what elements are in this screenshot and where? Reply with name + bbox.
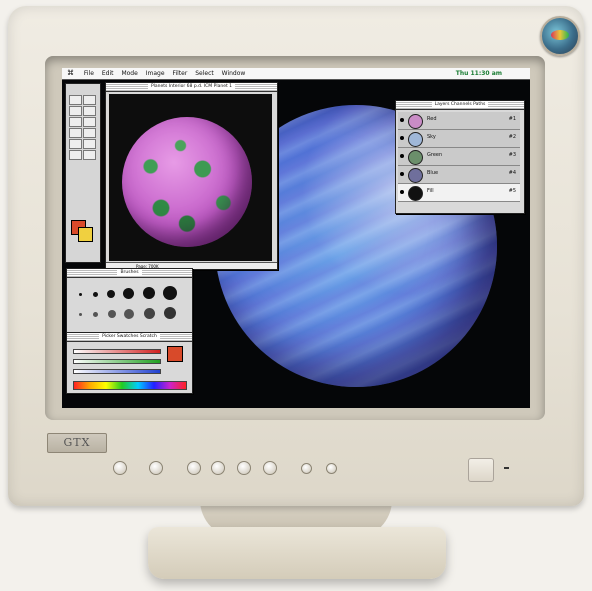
monitor-control-button[interactable] (211, 461, 225, 475)
menu-image[interactable]: Image (146, 70, 165, 77)
tool-grid (69, 95, 96, 160)
layer-name: Fill (427, 188, 434, 194)
menu-file[interactable]: File (84, 70, 94, 77)
planet-window-title: Planets Interior 68 p.d. ICM Planet 1 (147, 84, 236, 89)
menu-window[interactable]: Window (222, 70, 246, 77)
menu-select[interactable]: Select (195, 70, 214, 77)
brushes-panel[interactable]: Brushes (66, 268, 193, 334)
layer-row[interactable]: Sky #2 (398, 130, 520, 148)
eraser-tool-icon[interactable] (83, 128, 96, 138)
brush-preset[interactable] (93, 292, 98, 297)
pen-tool-icon[interactable] (69, 150, 82, 160)
eye-icon[interactable] (400, 118, 404, 122)
layer-row[interactable]: Blue #4 (398, 166, 520, 184)
text-tool-icon[interactable] (83, 150, 96, 160)
toolbox-panel[interactable] (65, 83, 101, 263)
crop-tool-icon[interactable] (69, 117, 82, 127)
power-button[interactable] (468, 458, 494, 482)
layers-panel-titlebar[interactable]: Layers Channels Paths (396, 101, 524, 110)
brush-preset[interactable] (123, 288, 134, 299)
pink-planet-artwork (122, 117, 252, 247)
brush-preset[interactable] (163, 286, 177, 300)
eye-icon[interactable] (400, 172, 404, 176)
brush-preset[interactable] (124, 309, 134, 319)
smudge-tool-icon[interactable] (83, 139, 96, 149)
monitor-control-button[interactable] (237, 461, 251, 475)
monitor-control-button[interactable] (149, 461, 163, 475)
pencil-tool-icon[interactable] (69, 128, 82, 138)
brand-logo-badge (540, 16, 580, 56)
move-tool-icon[interactable] (83, 95, 96, 105)
eye-icon[interactable] (400, 154, 404, 158)
power-led (504, 467, 509, 469)
blue-slider[interactable] (73, 369, 161, 374)
layer-shortcut: #2 (508, 134, 516, 140)
crt-screen: ⌘ File Edit Mode Image Filter Select Win… (62, 68, 530, 408)
eye-icon[interactable] (400, 190, 404, 194)
menu-mode[interactable]: Mode (121, 70, 137, 77)
layer-row[interactable]: Green #3 (398, 148, 520, 166)
eye-icon[interactable] (400, 136, 404, 140)
brush-preset[interactable] (164, 307, 176, 319)
planet-document-window[interactable]: Planets Interior 68 p.d. ICM Planet 1 Pa… (105, 82, 278, 270)
marquee-tool-icon[interactable] (69, 95, 82, 105)
monitor-control-button[interactable] (187, 461, 201, 475)
picker-panel-title: Picker Swatches Scratch (99, 334, 160, 339)
layers-panel[interactable]: Layers Channels Paths Red #1 Sky #2 Gree… (395, 100, 525, 214)
red-slider[interactable] (73, 349, 161, 354)
layer-name: Green (427, 152, 443, 158)
layer-shortcut: #5 (508, 188, 516, 194)
monitor-control-button[interactable] (301, 463, 312, 474)
monitor-control-button[interactable] (113, 461, 127, 475)
brush-preset[interactable] (93, 312, 98, 317)
apple-menu-icon[interactable]: ⌘ (67, 69, 74, 77)
monitor-control-button[interactable] (326, 463, 337, 474)
color-ramp[interactable] (73, 381, 187, 390)
photo-scene: ⌘ File Edit Mode Image Filter Select Win… (0, 0, 592, 591)
picker-panel-titlebar[interactable]: Picker Swatches Scratch (67, 333, 192, 342)
brush-preset[interactable] (108, 310, 116, 318)
layer-thumbnail (408, 168, 423, 183)
layer-shortcut: #1 (508, 116, 516, 122)
planet-document-canvas[interactable] (109, 94, 272, 261)
layer-thumbnail (408, 186, 423, 201)
planet-window-titlebar[interactable]: Planets Interior 68 p.d. ICM Planet 1 (106, 83, 277, 92)
brush-preset[interactable] (107, 290, 115, 298)
monitor-stand-base (148, 527, 446, 579)
brush-preset[interactable] (79, 293, 82, 296)
current-color-swatch[interactable] (167, 346, 183, 362)
layer-thumbnail (408, 114, 423, 129)
layer-name: Blue (427, 170, 439, 176)
layer-thumbnail (408, 132, 423, 147)
lasso-tool-icon[interactable] (69, 106, 82, 116)
magic-wand-icon[interactable] (83, 106, 96, 116)
layer-name: Red (427, 116, 437, 122)
menu-filter[interactable]: Filter (172, 70, 187, 77)
brush-preset[interactable] (79, 313, 82, 316)
layer-name: Sky (427, 134, 436, 140)
green-slider[interactable] (73, 359, 161, 364)
menubar-clock: Thu 11:30 am (455, 70, 502, 77)
layer-thumbnail (408, 150, 423, 165)
background-color-swatch[interactable] (78, 227, 93, 242)
layers-panel-title: Layers Channels Paths (431, 102, 489, 107)
layer-row[interactable]: Fill #5 (398, 184, 520, 202)
menubar: ⌘ File Edit Mode Image Filter Select Win… (62, 68, 530, 80)
monitor-control-button[interactable] (263, 461, 277, 475)
brushes-panel-titlebar[interactable]: Brushes (67, 269, 192, 278)
brush-preset[interactable] (143, 287, 155, 299)
brushes-panel-title: Brushes (117, 270, 142, 275)
layer-row[interactable]: Red #1 (398, 112, 520, 130)
layer-shortcut: #3 (508, 152, 516, 158)
color-picker-panel[interactable]: Picker Swatches Scratch (66, 332, 193, 394)
layer-shortcut: #4 (508, 170, 516, 176)
brush-tool-icon[interactable] (83, 117, 96, 127)
stamp-tool-icon[interactable] (69, 139, 82, 149)
brand-plate: GTX (47, 433, 107, 453)
brush-preset[interactable] (144, 308, 155, 319)
menu-edit[interactable]: Edit (102, 70, 114, 77)
